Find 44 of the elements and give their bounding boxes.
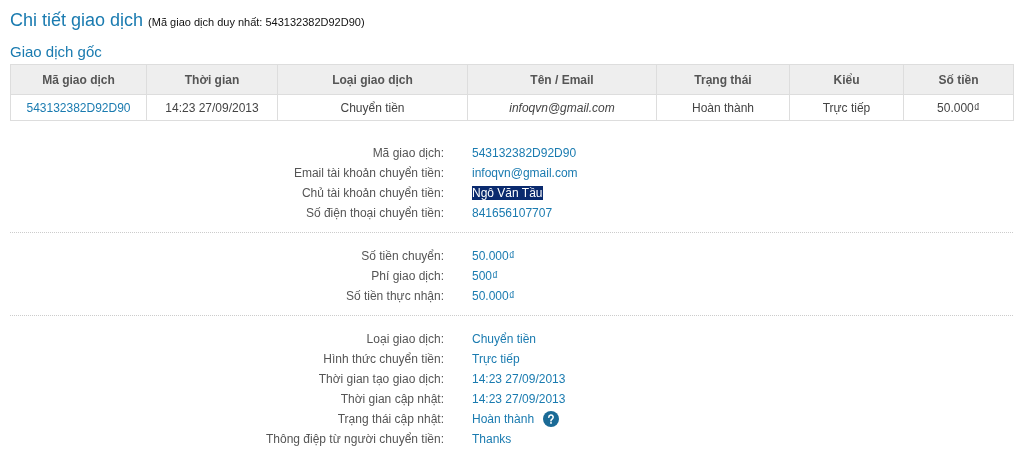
table-cell: Trực tiếp (789, 94, 904, 121)
table-cell: 14:23 27/09/2013 (146, 94, 278, 121)
field-label: Hình thức chuyển tiền: (322, 352, 444, 366)
field-value: 50.000₫ (472, 289, 515, 303)
field-value: 543132382D92D90 (472, 146, 577, 160)
field-value: 14:23 27/09/2013 (472, 372, 566, 386)
page-title: Chi tiết giao dịch (10, 10, 144, 31)
field-value: Chuyển tiền (472, 332, 537, 346)
table-cell: Chuyển tiền (277, 94, 468, 121)
field-label: Email tài khoản chuyển tiền: (292, 166, 444, 180)
field-label: Loại giao dịch: (365, 332, 444, 346)
field-label: Số điện thoại chuyển tiền: (304, 206, 444, 220)
field-label: Số tiền chuyển: (360, 249, 444, 263)
field-value: 14:23 27/09/2013 (472, 392, 566, 406)
field-label: Thời gian tạo giao dịch: (317, 372, 444, 386)
field-label: Chủ tài khoản chuyển tiền: (300, 186, 444, 200)
field-value: Ngô Văn Tầu (472, 186, 543, 200)
column-header: Kiểu (789, 64, 904, 95)
transaction-link[interactable]: 543132382D92D90 (10, 94, 147, 121)
section-title: Giao dịch gốc (10, 43, 103, 60)
field-value: Hoàn thành (472, 412, 535, 426)
column-header: Số tiền (903, 64, 1014, 95)
column-header: Mã giao dịch (10, 64, 147, 95)
table-cell: 50.000₫ (903, 94, 1014, 121)
column-header: Loại giao dịch (277, 64, 468, 95)
field-value: 500₫ (472, 269, 499, 283)
table-cell: infoqvn@gmail.com (467, 94, 657, 121)
column-header: Thời gian (146, 64, 278, 95)
help-icon[interactable] (543, 411, 560, 427)
field-value: Thanks (472, 432, 512, 446)
field-value: 50.000₫ (472, 249, 515, 263)
column-header: Tên / Email (467, 64, 657, 95)
field-value: Trực tiếp (472, 352, 520, 366)
field-label: Số tiền thực nhận: (344, 289, 444, 303)
field-label: Thông điệp từ người chuyển tiền: (264, 432, 444, 446)
field-label: Trạng thái cập nhật: (336, 412, 444, 426)
field-value: 841656107707 (472, 206, 553, 220)
column-header: Trạng thái (656, 64, 790, 95)
table-cell: Hoàn thành (656, 94, 790, 121)
field-label: Phí giao dịch: (370, 269, 444, 283)
field-value: infoqvn@gmail.com (472, 166, 578, 180)
field-label: Mã giao dịch: (371, 146, 444, 160)
field-label: Thời gian cập nhật: (339, 392, 444, 406)
page-subtitle: (Mã giao dịch duy nhất: 543132382D92D90) (148, 16, 365, 28)
